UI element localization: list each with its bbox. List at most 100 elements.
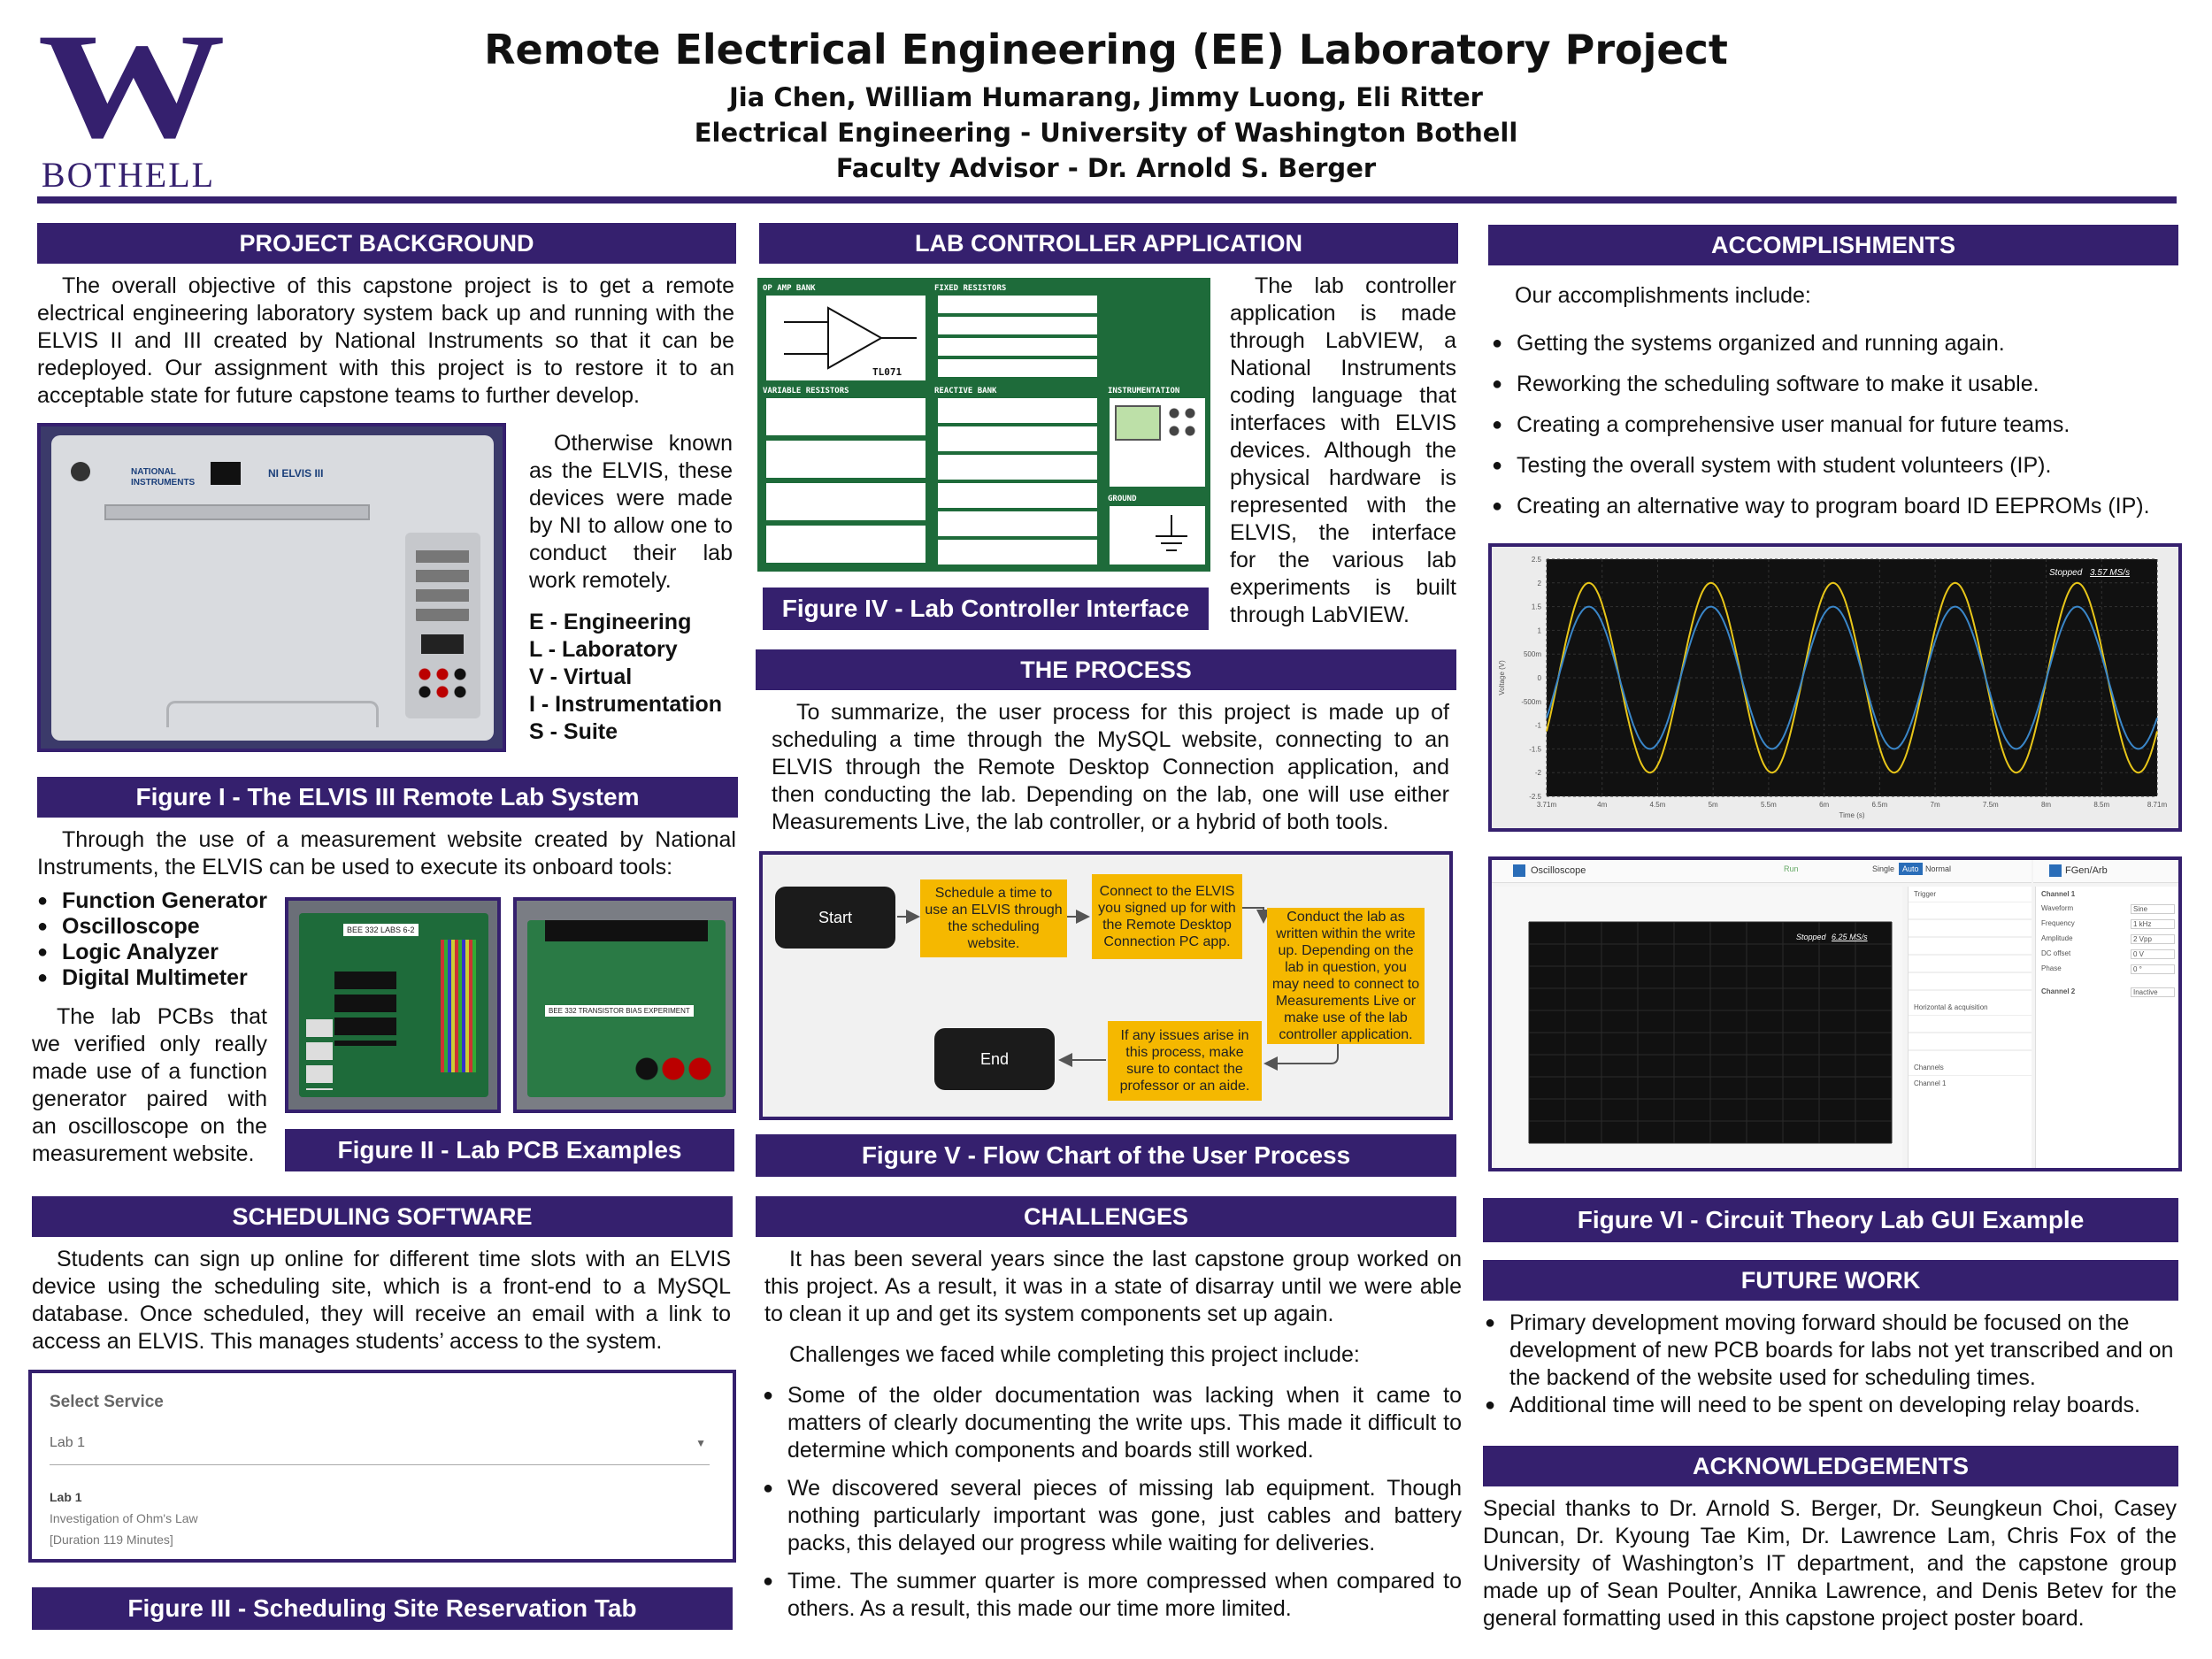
figure-3-caption: Figure III - Scheduling Site Reservation… <box>32 1587 733 1630</box>
fgen-row: Phase 0 ° <box>2036 962 2178 977</box>
select-service-dropdown[interactable]: Lab 1 ▼ <box>50 1435 710 1465</box>
scope-ytick: 2.5 <box>1532 556 1542 564</box>
panel-instrumentation-title: INSTRUMENTATION <box>1108 387 1180 396</box>
lab-option-duration: [Duration 119 Minutes] <box>50 1532 173 1547</box>
panel-variable-resistors: VARIABLE RESISTORS <box>763 386 929 568</box>
tool-item: Oscilloscope <box>37 914 294 940</box>
fgen-row: Channel 2 Inactive <box>2036 977 2178 1000</box>
select-service-label: Select Service <box>50 1393 164 1411</box>
auto-button[interactable]: Auto <box>1899 863 1923 875</box>
heading-accomplishments: ACCOMPLISHMENTS <box>1488 225 2178 265</box>
figure-5-caption: Figure V - Flow Chart of the User Proces… <box>756 1134 1456 1177</box>
panel-op-amp-title: OP AMP BANK <box>763 284 816 293</box>
acronym-l: L - Laboratory <box>529 637 678 662</box>
elvis-device-body: NATIONAL INSTRUMENTS NI ELVIS III <box>51 435 494 741</box>
pcb-board-2: BEE 332 TRANSISTOR BIAS EXPERIMENT <box>527 920 726 1097</box>
gui-status-text: Stopped <box>1796 933 1826 941</box>
ground-icon <box>1156 515 1187 551</box>
flow-start: Start <box>775 887 895 949</box>
oscilloscope-tab-icon <box>1513 864 1525 877</box>
heading-scheduling-software: SCHEDULING SOFTWARE <box>32 1196 733 1237</box>
elvis-breadboard-slot <box>104 504 370 520</box>
trigger-fields <box>1909 902 2032 1000</box>
elvis-right-panel <box>405 533 480 718</box>
instrument-screen <box>1115 405 1161 441</box>
fgen-channel-2-value[interactable]: Inactive <box>2131 987 2175 997</box>
controller-para-text: The lab controller application is made t… <box>1230 273 1456 627</box>
fgen-field-value[interactable]: 0 V <box>2131 949 2175 959</box>
flow-step-issues: If any issues arise in this process, mak… <box>1108 1021 1262 1101</box>
challenge-item: Time. The summer quarter is more compres… <box>763 1568 1462 1623</box>
fgen-field-value[interactable]: 0 ° <box>2131 964 2175 974</box>
flow-end: End <box>934 1028 1055 1090</box>
scope-rate: 3.57 MS/s <box>2090 568 2131 578</box>
figure-4-caption: Figure IV - Lab Controller Interface <box>763 588 1209 630</box>
challenges-para-1-text: It has been several years since the last… <box>764 1247 1462 1326</box>
circuit-gui-screenshot: Oscilloscope Run Single Auto Normal FGen… <box>1488 856 2182 1171</box>
scope-xtick: 7m <box>1931 801 1940 809</box>
process-flowchart: Start Schedule a time to use an ELVIS th… <box>759 851 1453 1120</box>
uw-logo: W BOTHELL <box>38 11 227 195</box>
banana-jacks <box>416 665 469 701</box>
background-para-4: The lab PCBs that we verified only reall… <box>32 1003 267 1168</box>
acknowledgements-para: Special thanks to Dr. Arnold S. Berger, … <box>1483 1495 2177 1632</box>
chevron-down-icon: ▼ <box>695 1437 706 1449</box>
channel-1-label: Channel 1 <box>1914 1079 1947 1087</box>
fgen-field-value[interactable]: 2 Vpp <box>2131 934 2175 944</box>
fgen-field-label: Amplitude <box>2041 934 2073 942</box>
gui-scope-grid <box>1528 921 1893 1144</box>
acronym-e: E - Engineering <box>529 610 692 634</box>
scope-status: Stopped 3.57 MS/s <box>2049 568 2130 578</box>
scope-ytick: 1.5 <box>1532 603 1542 611</box>
gui-fgen-toolbar: FGen/Arb <box>2033 860 2178 883</box>
fixed-resistor-area <box>938 296 1097 380</box>
background-para-2-text: Otherwise known as the ELVIS, these devi… <box>529 431 733 593</box>
acronym-i: I - Instrumentation <box>529 692 723 717</box>
scheduling-para-text: Students can sign up online for differen… <box>32 1247 731 1354</box>
panel-op-amp: OP AMP BANK TL071 <box>763 283 929 384</box>
header-divider <box>37 196 2177 204</box>
scope-ytick: 0 <box>1538 674 1542 682</box>
scope-xtick: 5m <box>1709 801 1718 809</box>
scope-xtick: 8.5m <box>2093 801 2109 809</box>
pcb-photo-1: BEE 332 LABS 6-2 <box>285 897 501 1113</box>
scope-xtick: 7.5m <box>1983 801 1999 809</box>
instrumentation-area <box>1110 398 1205 487</box>
gui-rate: 6.25 MS/s <box>1832 933 1868 941</box>
pcb-1-label: BEE 332 LABS 6-2 <box>343 924 419 936</box>
acronym-s: S - Suite <box>529 719 618 744</box>
panel-reactive-bank-title: REACTIVE BANK <box>934 387 997 396</box>
fgen-field-value[interactable]: 1 kHz <box>2131 919 2175 929</box>
single-button[interactable]: Single <box>1872 864 1894 873</box>
scope-ytick: -2 <box>1535 769 1542 777</box>
background-para-4-text: The lab PCBs that we verified only reall… <box>32 1004 267 1166</box>
elvis-model: NI ELVIS III <box>268 467 324 480</box>
poster-header: Remote Electrical Engineering (EE) Labor… <box>354 23 1858 186</box>
flow-step-conduct: Conduct the lab as written within the wr… <box>1267 908 1425 1044</box>
future-work-list: Primary development moving forward shoul… <box>1485 1310 2175 1419</box>
background-para-3: Through the use of a measurement website… <box>37 826 736 881</box>
lab-option-desc: Investigation of Ohm's Law <box>50 1511 198 1525</box>
tool-item: Digital Multimeter <box>37 965 294 991</box>
normal-button[interactable]: Normal <box>1925 864 1951 873</box>
elvis-photo: NATIONAL INSTRUMENTS NI ELVIS III <box>37 423 506 752</box>
figure-2-caption: Figure II - Lab PCB Examples <box>285 1129 734 1171</box>
fgen-row: Waveform Sine <box>2036 902 2178 917</box>
panel-reactive-bank: REACTIVE BANK <box>934 386 1102 568</box>
challenges-list: Some of the older documentation was lack… <box>763 1382 1462 1623</box>
fgen-row: Frequency 1 kHz <box>2036 917 2178 932</box>
gui-scope-status: Stopped 6.25 MS/s <box>1796 933 1868 941</box>
fgen-field-value[interactable]: Sine <box>2131 904 2175 914</box>
future-item: Primary development moving forward shoul… <box>1485 1310 2175 1392</box>
oscilloscope-tab[interactable]: Oscilloscope <box>1531 865 1586 876</box>
fgen-tab-icon <box>2049 864 2062 877</box>
fgen-channel-1: Channel 1 <box>2041 890 2076 898</box>
heading-challenges: CHALLENGES <box>756 1196 1456 1237</box>
scope-ytick: 1 <box>1538 626 1542 634</box>
lab-option[interactable]: Lab 1 Investigation of Ohm's Law [Durati… <box>50 1486 710 1550</box>
run-button[interactable]: Run <box>1784 864 1799 873</box>
fgen-tab[interactable]: FGen/Arb <box>2065 865 2108 876</box>
fgen-field-label: Phase <box>2041 964 2062 972</box>
scope-plot: 2.5 2 1.5 1 500m 0 -500m -1 -1.5 -2 -2.53.71m 4m 4.5… <box>1498 556 2167 819</box>
ground-area <box>1110 506 1205 565</box>
